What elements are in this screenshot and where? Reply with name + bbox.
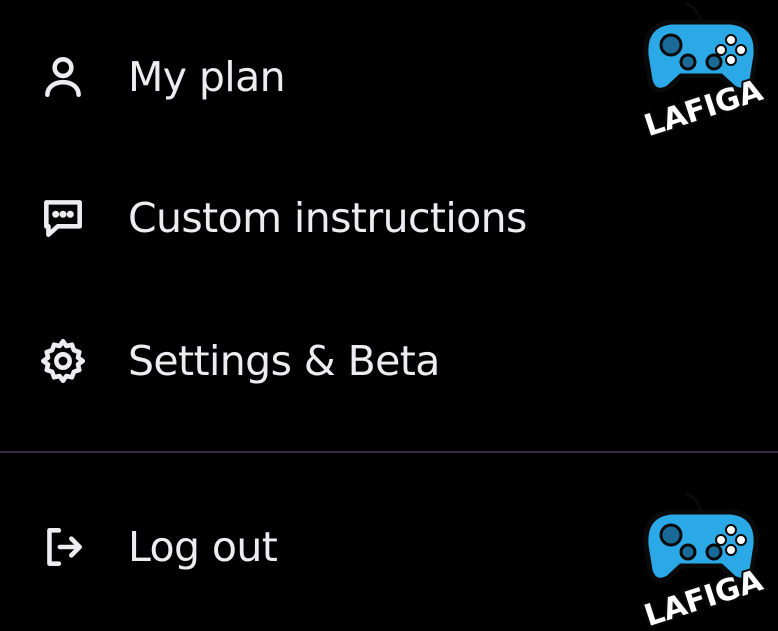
user-icon — [38, 52, 88, 102]
menu-item-my-plan[interactable]: My plan — [0, 32, 600, 122]
menu-divider — [0, 451, 778, 453]
gamepad-icon — [643, 492, 759, 583]
menu-item-label: Settings & Beta — [128, 337, 440, 385]
chat-bubble-icon — [38, 193, 88, 243]
gamepad-icon — [643, 2, 759, 93]
menu-item-custom-instructions[interactable]: Custom instructions — [0, 173, 600, 263]
menu-item-log-out[interactable]: Log out — [0, 502, 600, 592]
user-menu: My plan Custom instructions Settings & B… — [0, 0, 778, 631]
lafiga-logo: LAFIGA — [638, 492, 770, 630]
logout-icon — [38, 522, 88, 572]
menu-item-label: My plan — [128, 53, 286, 101]
gear-icon — [38, 336, 88, 386]
menu-item-label: Custom instructions — [128, 194, 527, 242]
lafiga-logo: LAFIGA — [638, 2, 770, 140]
menu-item-label: Log out — [128, 523, 278, 571]
menu-item-settings[interactable]: Settings & Beta — [0, 316, 600, 406]
